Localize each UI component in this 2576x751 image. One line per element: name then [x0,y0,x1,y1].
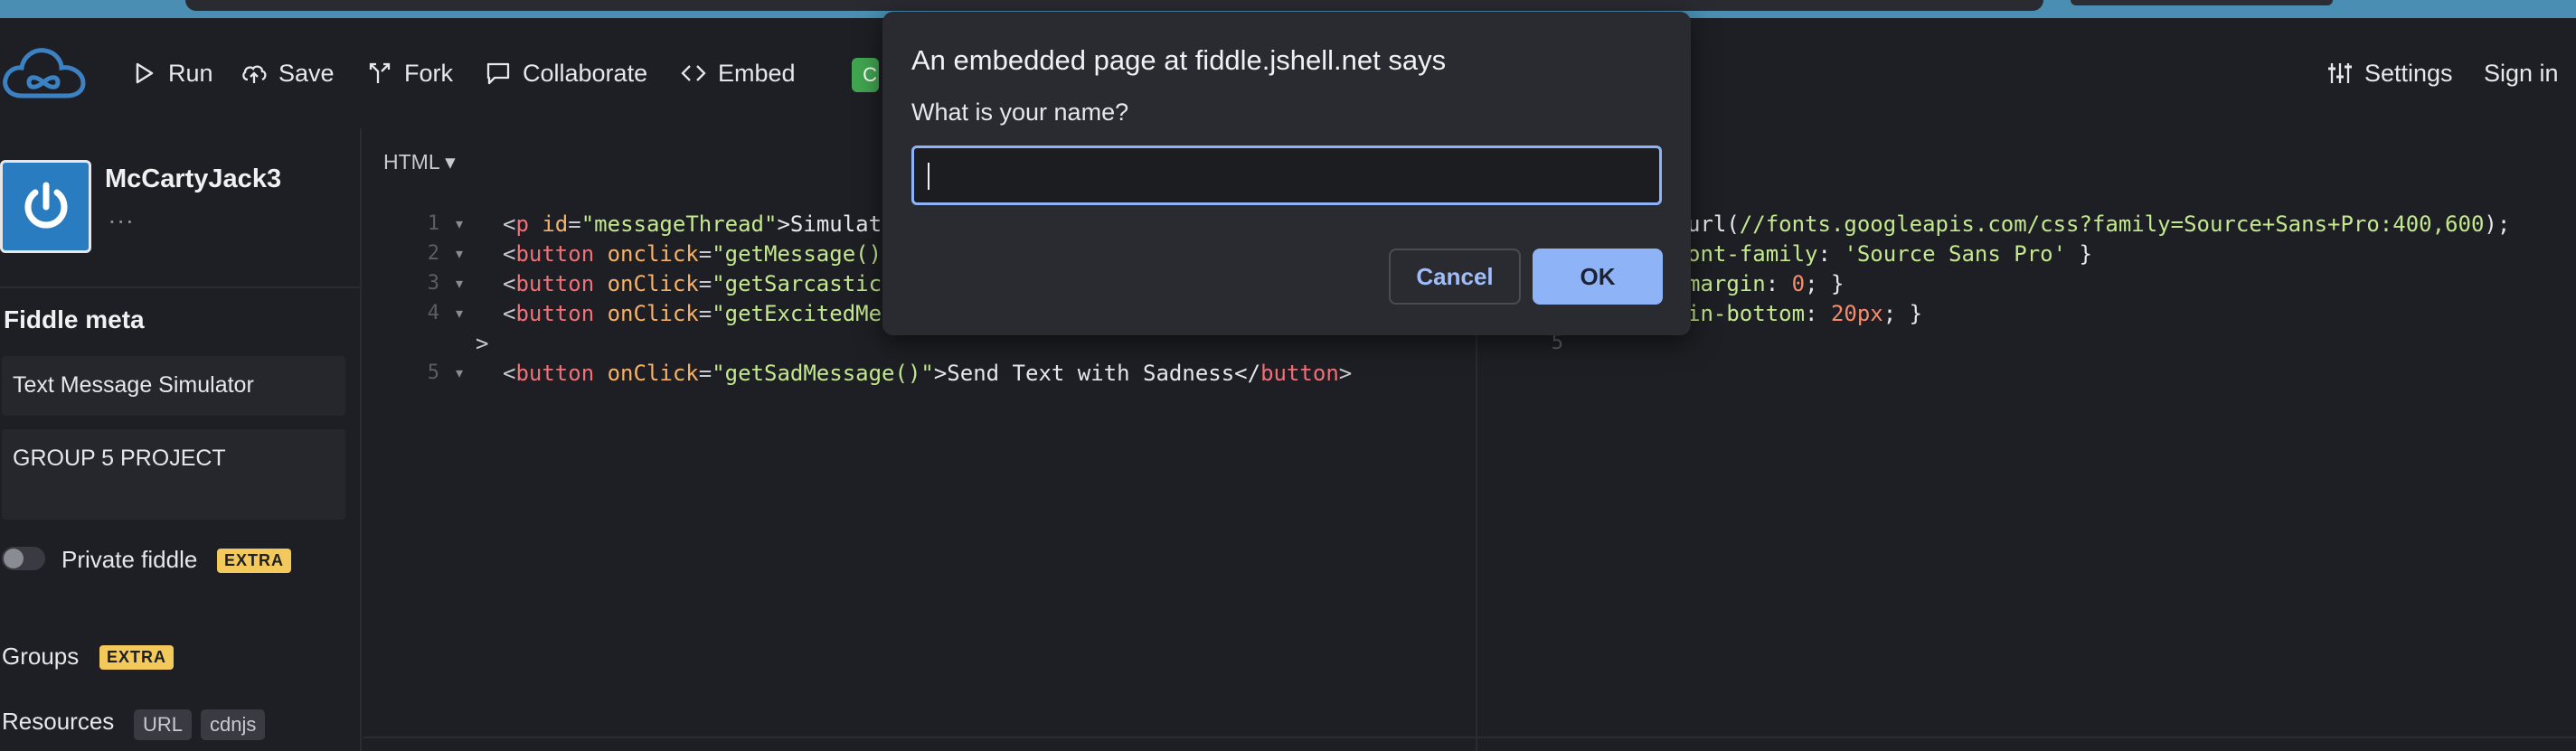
line-number: 1 [427,212,439,235]
cancel-button[interactable]: Cancel [1389,249,1521,305]
extra-badge-groups: EXTRA [99,645,175,670]
fold-arrow-icon[interactable]: ▾ [456,275,463,293]
run-button[interactable]: Run [130,18,213,128]
resources-label[interactable]: Resources [2,708,114,736]
code-line[interactable]: <p id="messageThread">Simulat [503,210,882,239]
ok-button[interactable]: OK [1533,249,1663,305]
line-number: 5 [427,361,439,384]
resource-cdnjs-tag[interactable]: cdnjs [201,709,266,740]
settings-label: Settings [2364,59,2453,87]
dialog-message: What is your name? [911,99,1129,126]
sign-in-label: Sign in [2484,59,2559,87]
jsfiddle-logo-icon[interactable] [2,43,87,103]
fiddle-description-input[interactable]: GROUP 5 PROJECT [2,429,345,520]
fiddle-title-input[interactable]: Text Message Simulator [2,356,345,416]
run-label: Run [168,59,213,87]
save-button[interactable]: Save [241,18,335,128]
text-caret [928,163,929,190]
embed-label: Embed [718,59,796,87]
save-label: Save [278,59,335,87]
code-brackets-icon [681,65,706,81]
code-line[interactable]: <button onClick="getSadMessage()">Send T… [503,359,1352,389]
code-line[interactable]: <button onClick="getSarcastic [503,269,882,299]
line-number: 3 [427,272,439,295]
power-icon [14,175,77,238]
resource-url-tag[interactable]: URL [134,709,193,740]
sidebar: McCartyJack3 ... Fiddle meta Text Messag… [0,128,362,751]
line-number: 2 [427,242,439,265]
html-language-select[interactable]: HTML ▾ [383,150,456,174]
code-line[interactable]: url(//fonts.googleapis.com/css?family=So… [1687,210,2510,239]
extra-badge-private: EXTRA [217,549,292,573]
fold-arrow-icon[interactable]: ▾ [456,245,463,263]
sign-in-button[interactable]: Sign in [2484,18,2559,128]
settings-button[interactable]: Settings [2326,18,2453,128]
embed-button[interactable]: Embed [680,18,796,128]
fold-arrow-icon[interactable]: ▾ [456,364,463,382]
browser-profile-pill[interactable] [2071,0,2333,5]
dialog-title: An embedded page at fiddle.jshell.net sa… [911,44,1447,76]
user-more-ellipsis[interactable]: ... [109,201,135,230]
play-icon [136,62,154,84]
fold-arrow-icon[interactable]: ▾ [456,305,463,323]
prompt-dialog: An embedded page at fiddle.jshell.net sa… [882,12,1691,335]
code-line[interactable]: ont-family: 'Source Sans Pro' } [1687,239,2092,269]
bottom-divider [363,737,2576,738]
code-line[interactable]: margin: 0; } [1687,269,1844,299]
code-line[interactable]: <button onclick="getMessage() [503,239,882,269]
private-fiddle-label: Private fiddle [61,546,198,573]
avatar[interactable] [0,160,91,253]
code-line[interactable]: > [476,329,488,359]
sliders-icon [2328,63,2352,83]
code-line[interactable]: in-bottom: 20px; } [1687,299,1922,329]
browser-url-bar[interactable] [185,0,2043,11]
collaborate-label: Collaborate [523,59,648,87]
username[interactable]: McCartyJack3 [105,164,281,194]
fork-icon [369,62,391,83]
green-status-badge[interactable]: C [852,58,879,92]
fiddle-meta-heading: Fiddle meta [4,305,145,333]
cloud-upload-icon [242,65,267,83]
sidebar-divider [0,286,362,288]
fold-arrow-icon[interactable]: ▾ [456,215,463,233]
private-fiddle-toggle[interactable] [2,547,45,570]
chat-bubble-icon [486,62,510,85]
fork-label: Fork [404,59,453,87]
collaborate-button[interactable]: Collaborate [485,18,647,128]
name-input[interactable] [911,146,1662,205]
line-number: 4 [427,302,439,324]
fork-button[interactable]: Fork [366,18,453,128]
groups-label[interactable]: Groups [2,643,79,671]
code-line[interactable]: <button onClick="getExcitedMe [503,299,882,329]
